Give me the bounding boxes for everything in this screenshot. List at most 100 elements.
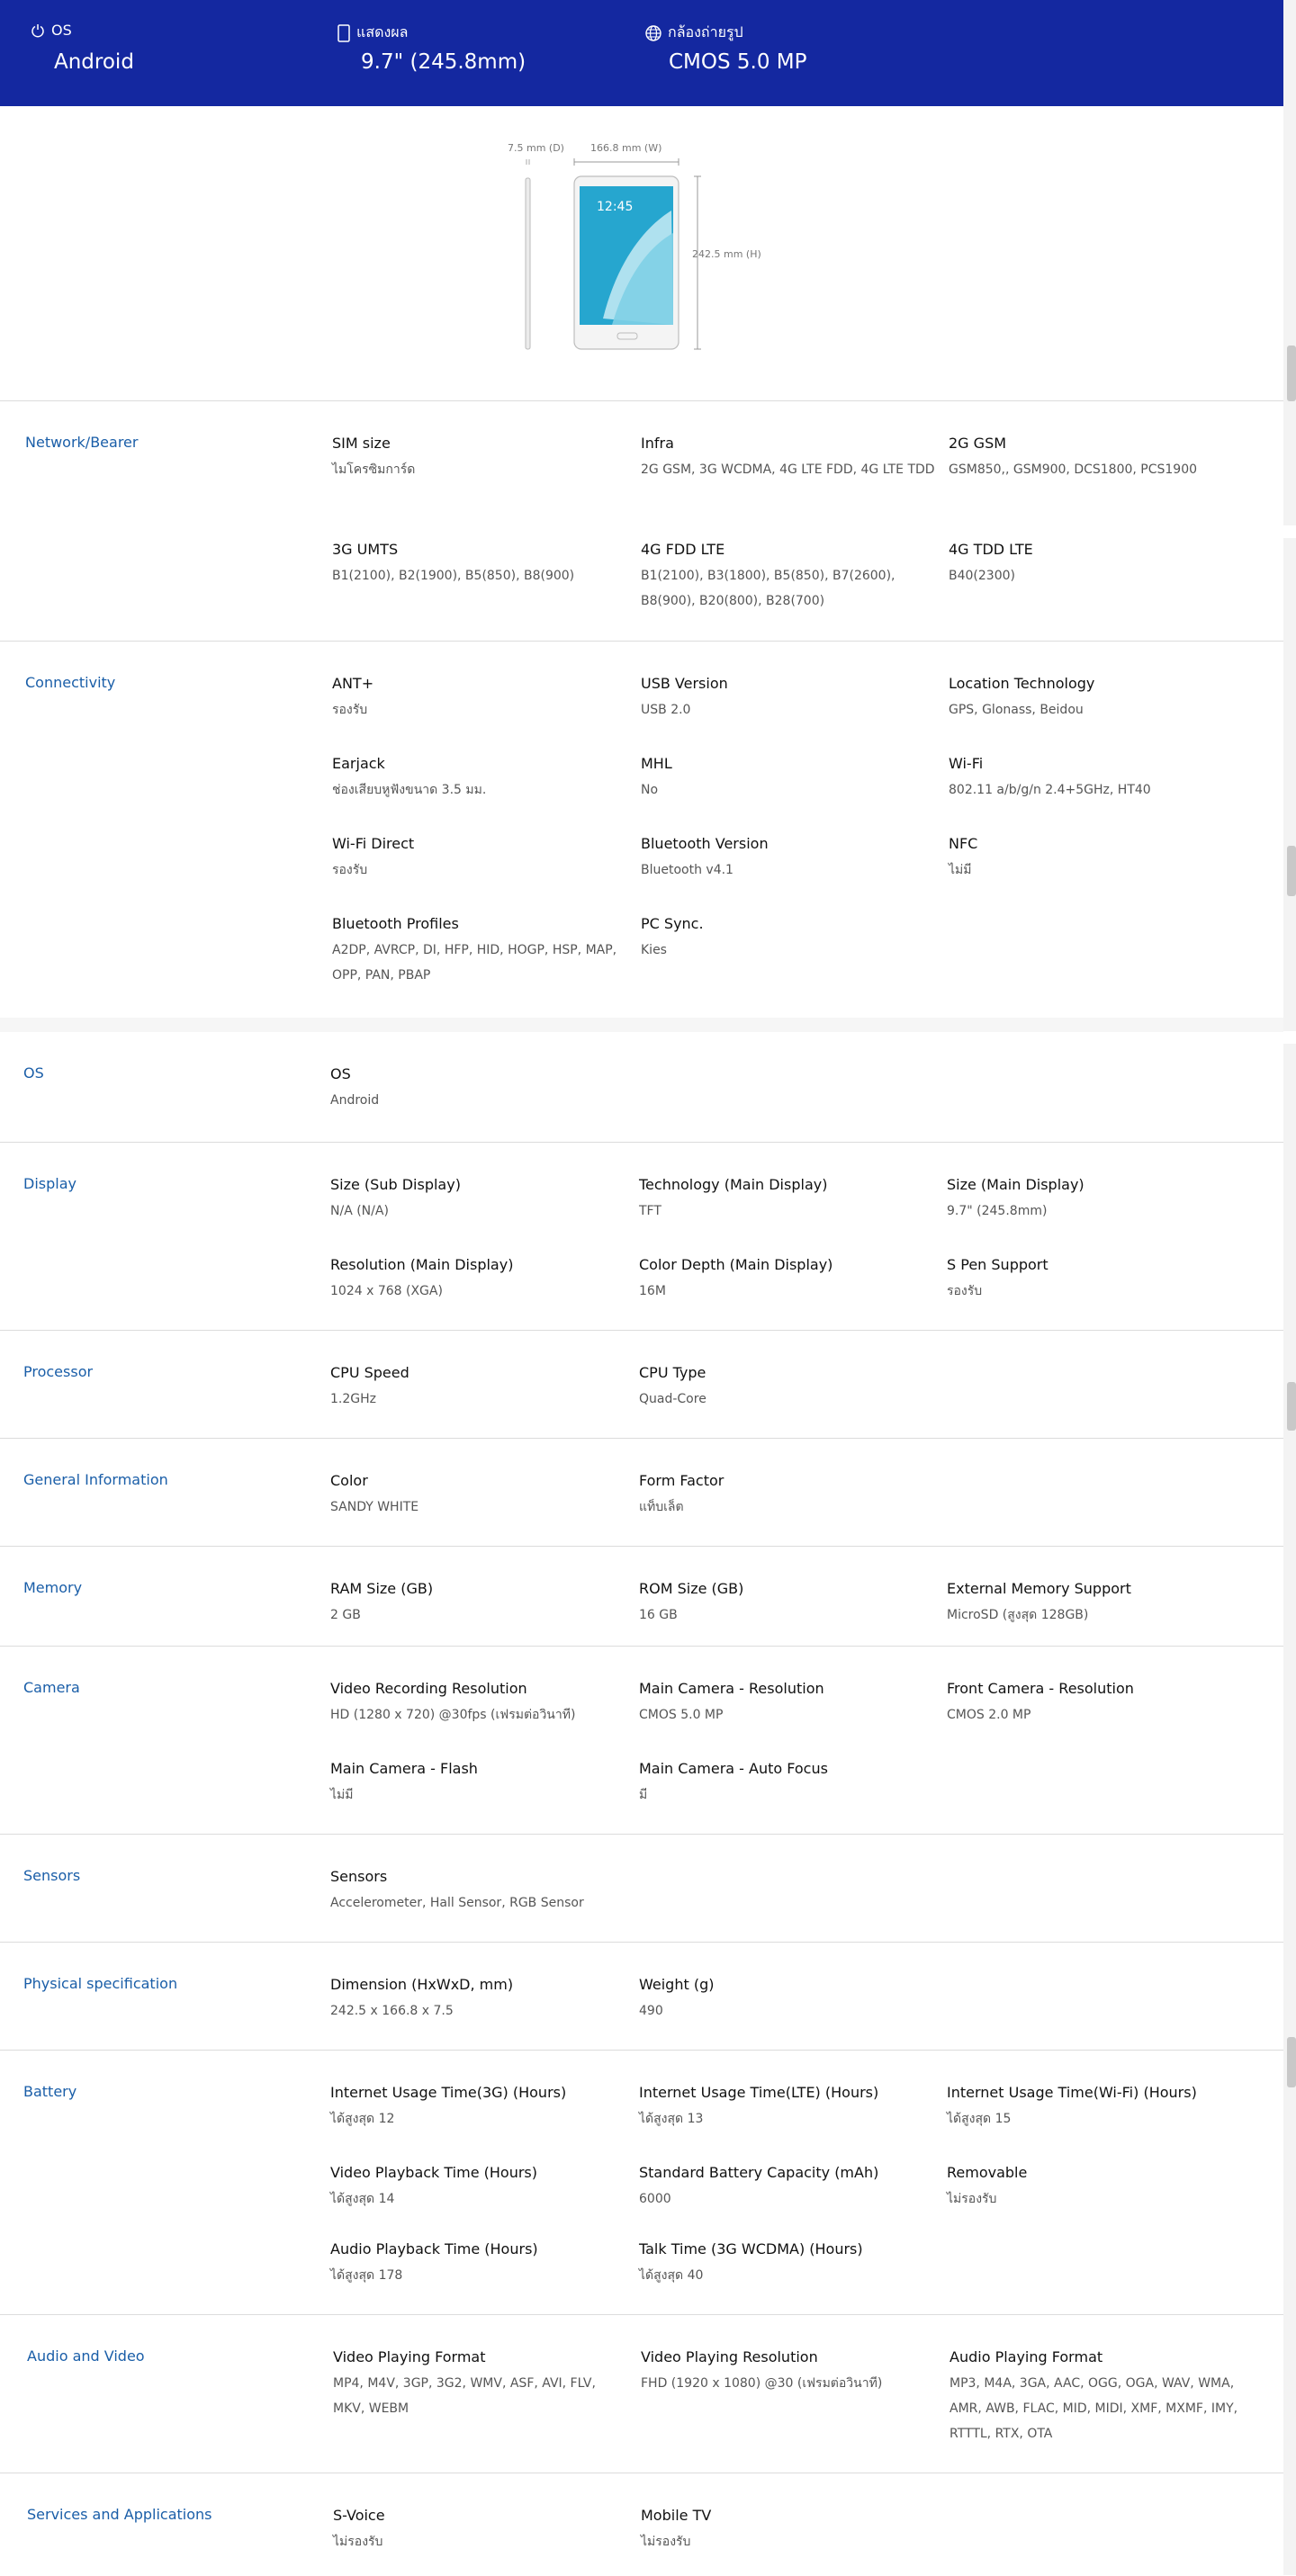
spec-item: Location Technology GPS, Glonass, Beidou bbox=[949, 674, 1246, 723]
spec-item: Front Camera - Resolution CMOS 2.0 MP bbox=[947, 1679, 1244, 1728]
spec-value: 2 GB bbox=[330, 1608, 361, 1622]
spec-label: Location Technology bbox=[949, 675, 1095, 692]
tablet-illustration: 12:45 bbox=[525, 158, 701, 350]
spec-item: OS Android bbox=[330, 1064, 627, 1113]
spec-section-services-and-applications: Services and Applications S-Voice ไม่รองรั… bbox=[0, 2473, 1283, 2576]
spec-value: MP3, M4A, 3GA, AAC, OGG, OGA, WAV, WMA, … bbox=[950, 2376, 1238, 2441]
spec-value: 16 GB bbox=[639, 1608, 678, 1622]
spec-item: Mobile TV ไม่รองรับ bbox=[641, 2506, 938, 2554]
spec-label: Video Playback Time (Hours) bbox=[330, 2164, 537, 2181]
spec-value: Bluetooth v4.1 bbox=[641, 863, 734, 877]
spec-item: Audio Playback Time (Hours) ได้สูงสุด 178 bbox=[330, 2239, 627, 2288]
spec-item: Size (Sub Display) N/A (N/A) bbox=[330, 1175, 627, 1224]
spec-label: Video Playing Format bbox=[333, 2348, 486, 2365]
power-icon bbox=[32, 23, 44, 37]
spec-label: Weight (g) bbox=[639, 1976, 715, 1993]
scrollbar-thumb[interactable] bbox=[1287, 2037, 1296, 2087]
spec-item: Audio Playing Format MP3, M4A, 3GA, AAC, … bbox=[950, 2347, 1246, 2446]
spec-label: Wi-Fi Direct bbox=[332, 835, 415, 852]
spec-value: Accelerometer, Hall Sensor, RGB Sensor bbox=[330, 1896, 584, 1910]
spec-label: Removable bbox=[947, 2164, 1028, 2181]
spec-label: Video Recording Resolution bbox=[330, 1680, 527, 1697]
section-title: Network/Bearer bbox=[25, 434, 139, 451]
spec-value: รองรับ bbox=[332, 863, 368, 877]
width-label: 166.8 mm (W) bbox=[590, 142, 662, 154]
spec-label: Size (Sub Display) bbox=[330, 1176, 461, 1193]
highlight-value: CMOS 5.0 MP bbox=[669, 50, 807, 74]
section-title: Processor bbox=[23, 1363, 94, 1380]
spec-value: 9.7" (245.8mm) bbox=[947, 1204, 1048, 1218]
spec-value: GPS, Glonass, Beidou bbox=[949, 703, 1084, 717]
spec-label: CPU Type bbox=[639, 1364, 706, 1381]
spec-item: 4G TDD LTE B40(2300) bbox=[949, 540, 1246, 588]
spec-value: N/A (N/A) bbox=[330, 1204, 389, 1218]
section-title: Sensors bbox=[23, 1867, 81, 1884]
spec-value: No bbox=[641, 783, 659, 797]
spec-label: Internet Usage Time(Wi-Fi) (Hours) bbox=[947, 2084, 1197, 2101]
spec-item: ANT+ รองรับ bbox=[332, 674, 629, 723]
spec-label: ANT+ bbox=[332, 675, 374, 692]
spec-value: A2DP, AVRCP, DI, HFP, HID, HOGP, HSP, MA… bbox=[332, 943, 617, 983]
section-title: OS bbox=[23, 1064, 44, 1082]
spec-label: Resolution (Main Display) bbox=[330, 1256, 514, 1273]
spec-label: NFC bbox=[949, 835, 978, 852]
spec-label: OS bbox=[330, 1065, 351, 1082]
spec-value: ช่องเสียบหูฟังขนาด 3.5 มม. bbox=[332, 783, 487, 797]
spec-label: Mobile TV bbox=[641, 2507, 712, 2524]
spec-item: 3G UMTS B1(2100), B2(1900), B5(850), B8(9… bbox=[332, 540, 629, 588]
highlight-label: OS bbox=[51, 22, 72, 39]
spec-value: รองรับ bbox=[332, 703, 368, 717]
spec-section-audio-and-video: Audio and Video Video Playing Format MP4, … bbox=[0, 2314, 1283, 2473]
spec-item: Video Playing Format MP4, M4V, 3GP, 3G2, … bbox=[333, 2347, 630, 2421]
scrollbar-thumb[interactable] bbox=[1287, 846, 1296, 896]
spec-label: S-Voice bbox=[333, 2507, 385, 2524]
spec-label: Video Playing Resolution bbox=[641, 2348, 818, 2365]
spec-item: Bluetooth Version Bluetooth v4.1 bbox=[641, 834, 938, 883]
spec-label: MHL bbox=[641, 755, 672, 772]
spec-value: ได้สูงสุด 12 bbox=[330, 2112, 395, 2126]
spec-value: 242.5 x 166.8 x 7.5 bbox=[330, 2004, 454, 2018]
spec-item: Internet Usage Time(Wi-Fi) (Hours) ได้สูง… bbox=[947, 2083, 1244, 2132]
scroll-gutter bbox=[1283, 525, 1296, 538]
spec-label: Color Depth (Main Display) bbox=[639, 1256, 833, 1273]
spec-section-sensors: Sensors Sensors Accelerometer, Hall Sensor… bbox=[0, 1834, 1283, 1943]
spec-label: Technology (Main Display) bbox=[639, 1176, 828, 1193]
spec-item: Video Playback Time (Hours) ได้สูงสุด 14 bbox=[330, 2163, 627, 2212]
spec-label: Form Factor bbox=[639, 1472, 724, 1489]
screen-clock: 12:45 bbox=[597, 200, 633, 214]
spec-item: Video Playing Resolution FHD (1920 x 1080… bbox=[641, 2347, 938, 2396]
spec-item: Standard Battery Capacity (mAh) 6000 bbox=[639, 2163, 936, 2212]
spec-item: Video Recording Resolution HD (1280 x 720… bbox=[330, 1679, 627, 1728]
spec-value: ได้สูงสุด 14 bbox=[330, 2192, 395, 2206]
spec-item: 2G GSM GSM850,, GSM900, DCS1800, PCS1900 bbox=[949, 434, 1246, 482]
spec-section-os: OS OS Android bbox=[0, 1032, 1283, 1142]
spec-value: GSM850,, GSM900, DCS1800, PCS1900 bbox=[949, 462, 1198, 477]
spec-value: ได้สูงสุด 40 bbox=[639, 2268, 704, 2283]
section-title: Display bbox=[23, 1175, 76, 1192]
spec-value: แท็บเล็ต bbox=[639, 1500, 684, 1514]
spec-label: Sensors bbox=[330, 1868, 388, 1885]
spec-value: ไมโครซิมการ์ด bbox=[332, 462, 416, 477]
spec-item: Main Camera - Auto Focus มี bbox=[639, 1759, 936, 1808]
section-title: Memory bbox=[23, 1579, 83, 1596]
spec-label: ROM Size (GB) bbox=[639, 1580, 744, 1597]
spec-label: Earjack bbox=[332, 755, 385, 772]
spec-value: Android bbox=[330, 1093, 380, 1108]
spec-section-processor: Processor CPU Speed 1.2GHz CPU Type Quad-Cor… bbox=[0, 1330, 1283, 1439]
section-divider-band bbox=[0, 1018, 1283, 1032]
scrollbar-thumb[interactable] bbox=[1287, 346, 1296, 401]
scrollbar-thumb[interactable] bbox=[1287, 1382, 1296, 1431]
spec-value: MicroSD (สูงสุด 128GB) bbox=[947, 1608, 1089, 1622]
spec-label: Main Camera - Flash bbox=[330, 1760, 478, 1777]
spec-label: CPU Speed bbox=[330, 1364, 410, 1381]
display-icon bbox=[338, 23, 350, 42]
spec-value: CMOS 5.0 MP bbox=[639, 1708, 724, 1722]
spec-value: USB 2.0 bbox=[641, 703, 691, 717]
spec-value: CMOS 2.0 MP bbox=[947, 1708, 1031, 1722]
highlight-value: Android bbox=[54, 50, 134, 74]
spec-value: 2G GSM, 3G WCDMA, 4G LTE FDD, 4G LTE TDD bbox=[641, 462, 935, 477]
section-title: Connectivity bbox=[25, 674, 116, 691]
spec-label: 3G UMTS bbox=[332, 541, 399, 558]
scroll-gutter bbox=[1283, 1031, 1296, 1044]
spec-item: RAM Size (GB) 2 GB bbox=[330, 1579, 627, 1628]
